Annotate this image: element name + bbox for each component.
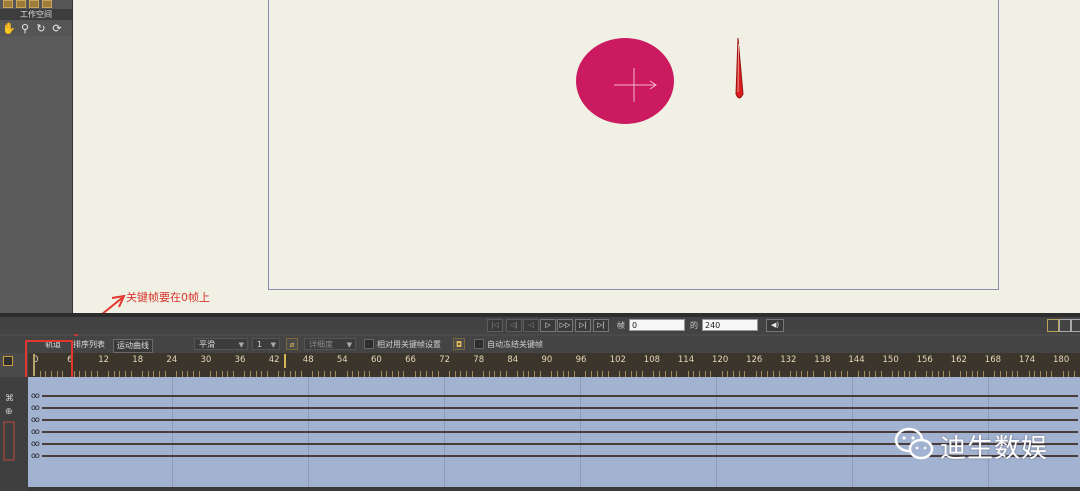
keyframe-marker[interactable]: oo [31,428,40,436]
timeline-toolbar: 轨道 排序列表 运动曲线 平滑 ▼ 1 ▼ ⌀ 详细度 ▼ 相对用关键帧设置 ◘ 自动… [0,336,1080,353]
transport-bar: |◁ ◁| ◁ ▷ ▷▷ ▷| ▷| 帧 0 的 240 ◀) [0,317,1080,334]
track-row[interactable] [42,395,1078,397]
ruler-tick-label: 108 [643,355,661,365]
go-to-end-icon[interactable]: ▷| [593,319,609,332]
ruler-tick-label: 168 [984,355,1002,365]
keyframe-marker[interactable]: oo [31,440,40,448]
panel-icon[interactable] [29,0,39,8]
ruler-tick-label: 12 [98,355,110,365]
step-dropdown[interactable]: 1 ▼ [252,338,280,350]
next-frame-icon[interactable]: ▷▷ [557,319,573,332]
ruler-tick-label: 66 [405,355,416,365]
ruler-tick-label: 138 [814,355,831,365]
layout-quad-icon[interactable] [1071,319,1080,332]
ruler-tick-label: 120 [712,355,729,365]
ruler-tick-label: 18 [132,355,144,365]
move-gizmo-icon[interactable] [576,38,674,124]
annotation-text: 关键帧要在0帧上 [126,291,210,304]
ruler-tick-label: 144 [848,355,865,365]
audio-icon[interactable]: ◀) [766,319,784,332]
interpolation-dropdown[interactable]: 平滑 ▼ [194,338,248,350]
track-side-icons: ⌘ ⊕ [3,394,15,461]
ruler-tick-label: 42 [268,355,280,365]
ruler-tick-label: 102 [609,355,626,365]
ruler-tick-label: 78 [473,355,485,365]
ruler-tick-label: 30 [200,355,212,365]
svg-text:⊕: ⊕ [5,407,13,417]
prev-key-icon[interactable]: ◁| [506,319,522,332]
panel-icon[interactable] [3,0,13,8]
ruler-tick-label: 36 [234,355,246,365]
chevron-down-icon: ▼ [346,341,352,349]
track-row[interactable] [42,407,1078,409]
ruler-tick-label: 72 [439,355,451,365]
interpolation-value: 平滑 [199,340,215,349]
ruler-tick-label: 60 [371,355,382,365]
track-scrollbar[interactable] [28,487,1080,491]
tab-sort-list[interactable]: 排序列表 [70,339,108,351]
ruler-tick-label: 150 [882,355,899,365]
ruler-tick-label: 96 [575,355,587,365]
ruler-tick-label: 24 [166,355,178,365]
frame-label: 帧 [617,321,625,330]
total-frames-field[interactable]: 240 [702,319,758,331]
relative-key-checkbox[interactable] [364,339,374,349]
workspace-tools: ✋ ⚲ ↻ ⟳ [0,22,72,36]
hand-icon[interactable]: ✋ [2,22,16,36]
chevron-down-icon: ▼ [238,341,244,349]
play-icon[interactable]: ▷ [540,319,556,332]
zoom-icon[interactable]: ⚲ [18,22,32,36]
auto-freeze-checkbox[interactable] [474,339,484,349]
ruler-tick-label: 156 [916,355,933,365]
ruler-tick-label: 48 [302,355,314,365]
relative-key-label: 相对用关键帧设置 [377,340,441,349]
detail-dropdown[interactable]: 详细度 ▼ [304,338,356,350]
ruler-tick-label: 162 [950,355,967,365]
go-to-start-icon[interactable]: |◁ [487,319,503,332]
layout-single-icon[interactable] [1047,319,1059,332]
detail-label: 详细度 [309,340,333,349]
panel-icon[interactable] [16,0,26,8]
ruler-tick-label: 174 [1018,355,1036,365]
track-row[interactable] [42,419,1078,421]
current-frame-field[interactable]: 0 [629,319,685,331]
svg-text:⌘: ⌘ [5,394,14,404]
next-key-icon[interactable]: ▷| [575,319,591,332]
annotation-highlight-box [25,340,73,379]
ruler-tick-label: 90 [541,355,553,365]
ruler-tick-label: 126 [746,355,763,365]
watermark-text: 迪生数娱 [940,434,1049,464]
left-panel-body [0,36,72,313]
ruler-tick-label: 84 [507,355,519,365]
tab-motion-curve[interactable]: 运动曲线 [113,339,153,353]
step-value: 1 [257,340,263,349]
rotate-icon[interactable]: ↻ [34,22,48,36]
prev-frame-icon[interactable]: ◁ [523,319,539,332]
of-label: 的 [690,321,698,330]
ruler-corner-icon[interactable] [3,356,13,366]
ruler-tick-label: 54 [336,355,348,365]
needle-object[interactable] [729,36,749,104]
orbit-icon[interactable]: ⟳ [50,22,64,36]
timeline-ruler[interactable]: 0 6 12 18 24 30 36 42 48 54 60 66 72 78 84 90 96 102 108 11… [28,353,1080,377]
panel-top-icons [0,0,72,8]
frame-marker[interactable] [284,354,286,368]
ruler-tick-label: 180 [1053,355,1070,365]
workspace-title: 工作空间 [0,9,72,20]
key-icon[interactable]: ⌀ [286,338,298,350]
keyframe-marker[interactable]: oo [31,452,40,460]
lock-icon[interactable]: ◘ [453,338,465,350]
auto-freeze-label: 自动冻结关键帧 [487,340,543,349]
panel-icon[interactable] [42,0,52,8]
keyframe-marker[interactable]: oo [31,392,40,400]
ruler-tick-label: 114 [677,355,695,365]
ruler-tick-label: 132 [780,355,797,365]
layout-split-icon[interactable] [1059,319,1071,332]
keyframe-marker[interactable]: oo [31,416,40,424]
wechat-icon [894,427,934,460]
keyframe-marker[interactable]: oo [31,404,40,412]
chevron-down-icon: ▼ [270,341,276,349]
